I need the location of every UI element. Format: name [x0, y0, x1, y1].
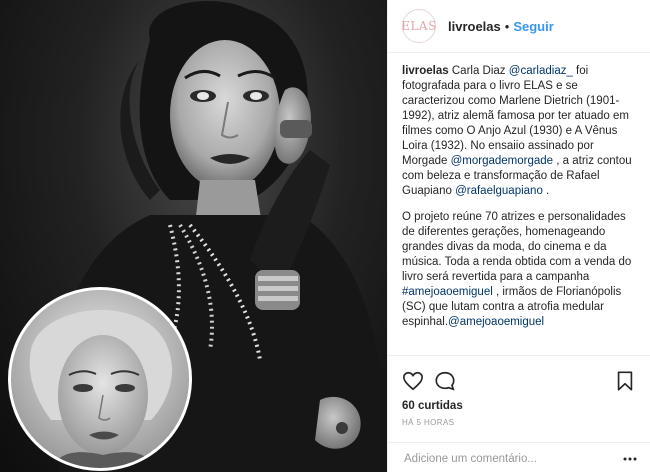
caption-text: foi fotografada para o livro ELAS e se c…	[402, 65, 629, 167]
mention-link[interactable]: @amejoaoemiguel	[448, 316, 544, 328]
post-photo[interactable]	[0, 0, 387, 472]
mention-link[interactable]: @morgademorgade	[451, 155, 553, 167]
header-username[interactable]: livroelas	[448, 19, 501, 34]
comment-bubble-icon[interactable]	[434, 370, 456, 392]
post-actions: 60 curtidas HÁ 5 HORAS	[388, 355, 650, 473]
caption-text: Carla Diaz	[451, 65, 509, 77]
avatar[interactable]: ELAS	[401, 9, 436, 43]
header-separator: •	[504, 18, 510, 34]
post-timestamp[interactable]: HÁ 5 HORAS	[402, 418, 454, 427]
follow-button[interactable]: Seguir	[513, 19, 553, 34]
inset-portrait-illustration	[11, 290, 189, 468]
comment-input[interactable]	[402, 451, 626, 466]
heart-icon[interactable]	[402, 370, 424, 392]
caption-username[interactable]: livroelas	[402, 65, 449, 77]
mention-link[interactable]: @carladiaz_	[509, 65, 573, 77]
mention-link[interactable]: @rafaelguapiano	[455, 185, 543, 197]
post-sidebar: ELAS livroelas • Seguir livroelas Carla …	[388, 0, 650, 472]
post-header: ELAS livroelas • Seguir	[388, 0, 650, 53]
hashtag-link[interactable]: #amejoaoemiguel	[402, 286, 493, 298]
more-dots-icon[interactable]	[622, 451, 638, 467]
caption-paragraph-2: O projeto reúne 70 atrizes e personalida…	[402, 210, 638, 330]
caption-text: O projeto reúne 70 atrizes e personalida…	[402, 211, 632, 283]
bookmark-icon[interactable]	[614, 370, 636, 392]
caption-paragraph-1: livroelas Carla Diaz @carladiaz_ foi fot…	[402, 64, 638, 199]
post-caption: livroelas Carla Diaz @carladiaz_ foi fot…	[402, 64, 638, 341]
inset-portrait-circle	[8, 287, 192, 471]
caption-text: .	[542, 185, 550, 197]
instagram-post: ELAS livroelas • Seguir livroelas Carla …	[0, 0, 650, 472]
comment-box	[388, 442, 650, 474]
likes-count[interactable]: 60 curtidas	[402, 400, 463, 412]
